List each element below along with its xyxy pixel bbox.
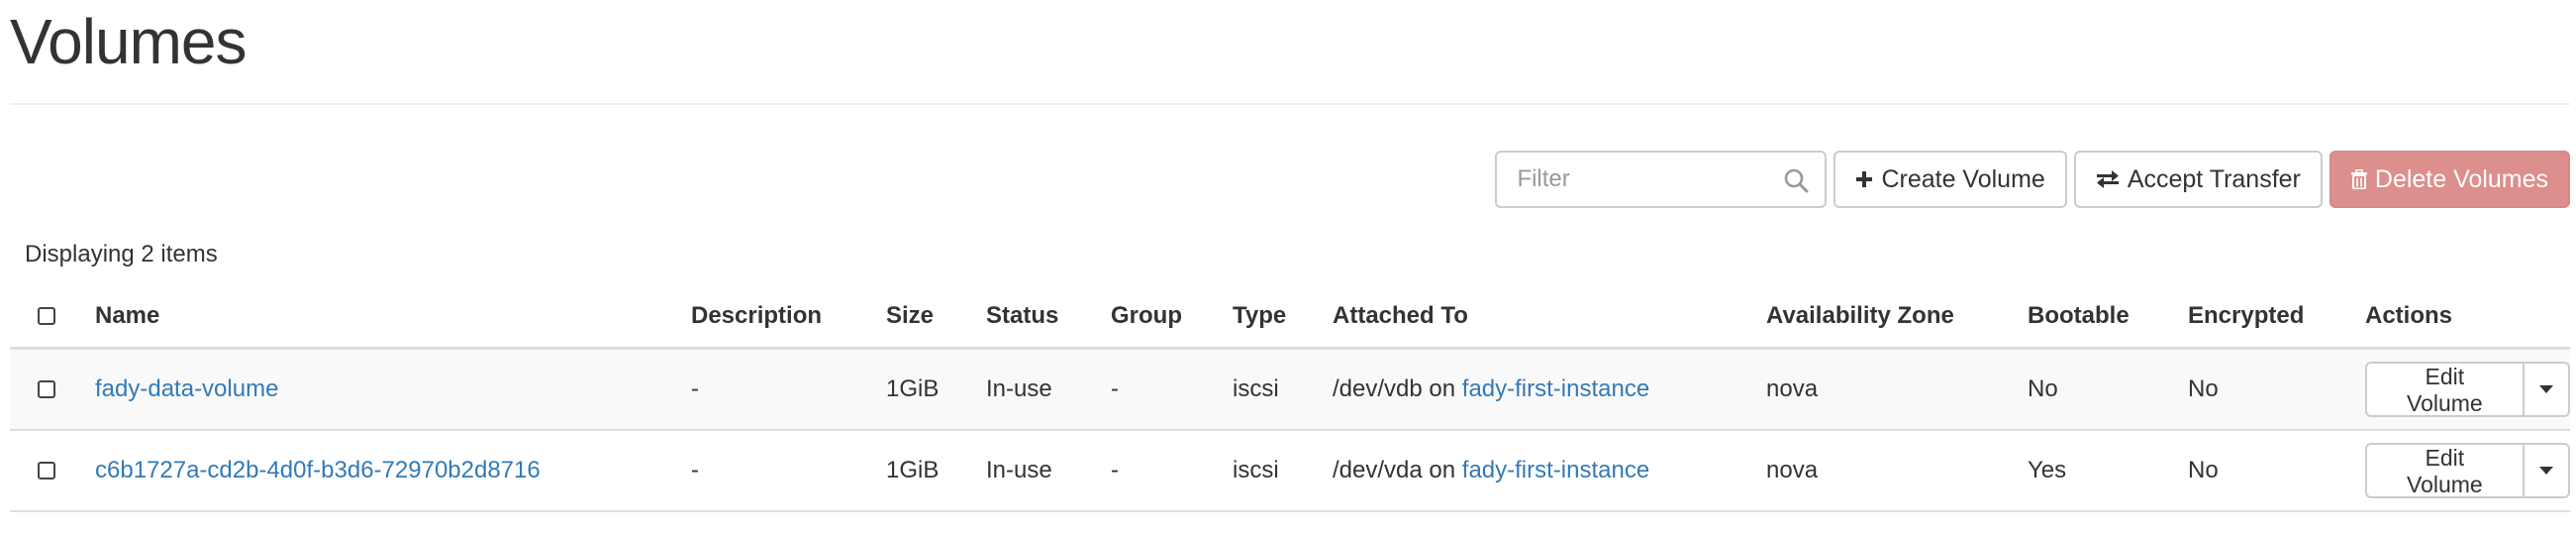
status-cell: In-use	[986, 348, 1111, 431]
accept-transfer-label: Accept Transfer	[2127, 164, 2301, 193]
column-header-type[interactable]: Type	[1233, 285, 1333, 350]
description-cell: -	[691, 348, 886, 431]
more-actions-button[interactable]	[2523, 443, 2570, 498]
row-select-cell	[10, 430, 95, 512]
row-checkbox[interactable]	[38, 380, 55, 398]
row-action-group: Edit Volume	[2365, 443, 2570, 498]
column-header-size[interactable]: Size	[886, 285, 986, 350]
encrypted-cell: No	[2188, 348, 2365, 431]
bootable-cell: No	[2028, 348, 2188, 431]
page-title: Volumes	[10, 6, 247, 77]
actions-cell: Edit Volume	[2365, 430, 2570, 512]
status-cell: In-use	[986, 430, 1111, 512]
edit-volume-button[interactable]: Edit Volume	[2365, 443, 2524, 498]
select-all-cell	[10, 285, 95, 350]
attached-on-text: on	[1429, 375, 1456, 402]
attached-device: /dev/vda	[1333, 457, 1423, 483]
table-header-row: Name Description Size Status Group Type …	[10, 285, 2570, 350]
attached-to-cell: /dev/vda on fady-first-instance	[1333, 430, 1766, 512]
volumes-table: Name Description Size Status Group Type …	[10, 285, 2570, 512]
trash-icon	[2350, 169, 2367, 189]
group-cell: -	[1111, 430, 1233, 512]
exchange-icon	[2096, 170, 2119, 188]
edit-volume-button[interactable]: Edit Volume	[2365, 362, 2524, 417]
table-toolbar: Create Volume Accept Transfer Delete Vol…	[1495, 151, 2570, 208]
attached-device: /dev/vdb	[1333, 375, 1423, 402]
attached-on-text: on	[1429, 457, 1456, 483]
filter-input[interactable]	[1497, 153, 1785, 206]
create-volume-button[interactable]: Create Volume	[1833, 151, 2067, 208]
attached-instance-link[interactable]: fady-first-instance	[1462, 375, 1649, 402]
column-header-status[interactable]: Status	[986, 285, 1111, 350]
type-cell: iscsi	[1233, 430, 1333, 512]
select-all-checkbox[interactable]	[38, 307, 55, 325]
page-header: Volumes	[10, 0, 2570, 105]
chevron-down-icon	[2538, 385, 2553, 393]
chevron-down-icon	[2538, 467, 2553, 475]
column-header-name[interactable]: Name	[95, 285, 691, 350]
column-header-actions: Actions	[2365, 285, 2570, 350]
group-cell: -	[1111, 348, 1233, 431]
column-header-encrypted[interactable]: Encrypted	[2188, 285, 2365, 350]
attached-instance-link[interactable]: fady-first-instance	[1462, 457, 1649, 483]
size-cell: 1GiB	[886, 430, 986, 512]
filter-box	[1495, 151, 1828, 208]
accept-transfer-button[interactable]: Accept Transfer	[2073, 151, 2323, 208]
delete-volumes-label: Delete Volumes	[2374, 164, 2548, 193]
actions-cell: Edit Volume	[2365, 348, 2570, 431]
column-header-group[interactable]: Group	[1111, 285, 1233, 350]
table-row: fady-data-volume - 1GiB In-use - iscsi /…	[10, 348, 2570, 431]
volume-name-link[interactable]: c6b1727a-cd2b-4d0f-b3d6-72970b2d8716	[95, 457, 541, 483]
search-icon[interactable]	[1783, 167, 1809, 193]
create-volume-label: Create Volume	[1881, 164, 2045, 193]
row-action-group: Edit Volume	[2365, 362, 2570, 417]
volume-name-link[interactable]: fady-data-volume	[95, 375, 278, 402]
items-count: Displaying 2 items	[25, 241, 218, 267]
encrypted-cell: No	[2188, 430, 2365, 512]
type-cell: iscsi	[1233, 348, 1333, 431]
column-header-description[interactable]: Description	[691, 285, 886, 350]
attached-to-cell: /dev/vdb on fady-first-instance	[1333, 348, 1766, 431]
size-cell: 1GiB	[886, 348, 986, 431]
row-select-cell	[10, 348, 95, 431]
table-row: c6b1727a-cd2b-4d0f-b3d6-72970b2d8716 - 1…	[10, 430, 2570, 512]
plus-icon	[1856, 171, 1873, 187]
description-cell: -	[691, 430, 886, 512]
column-header-attached-to[interactable]: Attached To	[1333, 285, 1766, 350]
column-header-availability-zone[interactable]: Availability Zone	[1766, 285, 2028, 350]
more-actions-button[interactable]	[2523, 362, 2570, 417]
availability-zone-cell: nova	[1766, 348, 2028, 431]
column-header-bootable[interactable]: Bootable	[2028, 285, 2188, 350]
delete-volumes-button[interactable]: Delete Volumes	[2328, 151, 2570, 208]
bootable-cell: Yes	[2028, 430, 2188, 512]
row-checkbox[interactable]	[38, 462, 55, 480]
availability-zone-cell: nova	[1766, 430, 2028, 512]
